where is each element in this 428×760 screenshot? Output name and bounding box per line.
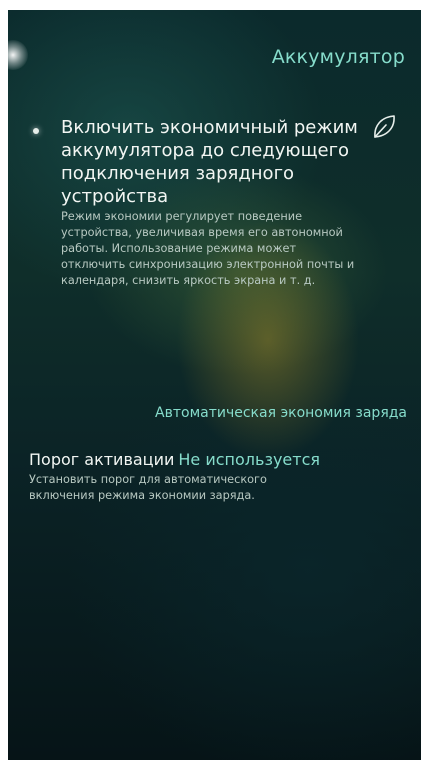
battery-screen: Аккумулятор Включить экономичный режим а… — [8, 10, 421, 760]
activation-threshold-row[interactable]: Порог активации Не используется — [29, 450, 320, 469]
leaf-icon[interactable] — [369, 112, 399, 142]
light-glow — [8, 40, 28, 70]
battery-saver-description: Режим экономии регулирует поведение устр… — [61, 210, 355, 287]
battery-saver-title: Включить экономичный режим аккумулятора … — [61, 117, 358, 207]
threshold-description: Установить порог для автоматического вкл… — [29, 473, 267, 502]
threshold-label: Порог активации — [29, 450, 175, 469]
auto-battery-saver-link[interactable]: Автоматическая экономия заряда — [155, 405, 407, 421]
threshold-value[interactable]: Не используется — [178, 450, 320, 469]
battery-saver-option[interactable]: Включить экономичный режим аккумулятора … — [61, 116, 361, 289]
list-bullet-icon — [33, 128, 39, 134]
page-title: Аккумулятор — [271, 46, 405, 68]
